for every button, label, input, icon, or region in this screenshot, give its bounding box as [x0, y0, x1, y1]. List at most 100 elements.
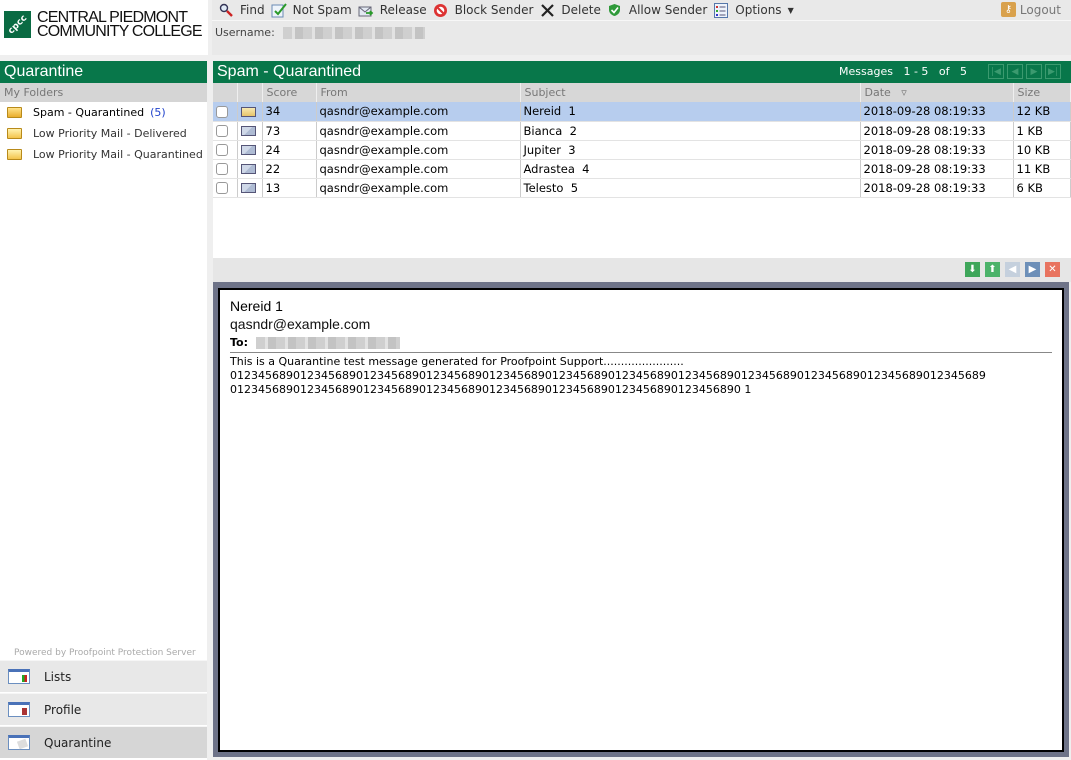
- table-row[interactable]: 34 qasndr@example.com Nereid 1 2018-09-28 0…: [213, 102, 1071, 122]
- table-row[interactable]: 73 qasndr@example.com Bianca 2 2018-09-28 0…: [213, 121, 1071, 141]
- not-spam-label: Not Spam: [292, 3, 352, 17]
- row-icon-cell: [237, 140, 263, 160]
- preview-body: This is a Quarantine test message genera…: [230, 355, 1052, 397]
- move-down-icon[interactable]: ⬇: [965, 262, 980, 277]
- row-select[interactable]: [213, 121, 238, 141]
- allow-sender-label: Allow Sender: [628, 3, 708, 17]
- col-score[interactable]: Score: [262, 83, 317, 102]
- table-row[interactable]: 22 qasndr@example.com Adrastea 4 2018-09-28…: [213, 159, 1071, 179]
- sort-desc-icon: ▿: [901, 86, 907, 99]
- to-value-redacted: [256, 336, 400, 349]
- cell-from: qasndr@example.com: [316, 178, 521, 198]
- college-logo: cpcc CENTRAL PIEDMONT COMMUNITY COLLEGE: [0, 0, 208, 55]
- prev-page-icon[interactable]: ◀: [1007, 64, 1023, 79]
- cell-from: qasndr@example.com: [316, 140, 521, 160]
- app-window: cpcc CENTRAL PIEDMONT COMMUNITY COLLEGE …: [0, 0, 1071, 760]
- folder-low-priority-delivered[interactable]: Low Priority Mail - Delivered: [0, 123, 207, 144]
- row-checkbox[interactable]: [216, 105, 228, 118]
- messages-of: of: [938, 65, 950, 78]
- row-checkbox[interactable]: [216, 144, 228, 156]
- options-label: Options: [735, 3, 782, 17]
- col-size[interactable]: Size: [1013, 83, 1071, 102]
- envelope-icon: [240, 183, 256, 193]
- col-date[interactable]: Date ▿: [860, 83, 1014, 102]
- last-page-icon[interactable]: ▶|: [1045, 64, 1061, 79]
- notepad-check-icon: [271, 2, 287, 18]
- folder-count: (5): [150, 106, 166, 119]
- col-icon: [237, 83, 263, 102]
- cell-subject: Jupiter 3: [520, 140, 861, 160]
- cell-date: 2018-09-28 08:19:33: [860, 121, 1014, 141]
- move-up-icon[interactable]: ⬆: [985, 262, 1000, 277]
- folder-open-icon: [7, 107, 22, 118]
- envelope-open-icon: [240, 106, 256, 117]
- row-select[interactable]: [213, 102, 238, 122]
- delete-label: Delete: [561, 3, 601, 17]
- first-page-icon[interactable]: |◀: [988, 64, 1004, 79]
- list-title: Spam - Quarantined: [217, 63, 362, 80]
- nav-quarantine[interactable]: Quarantine: [0, 726, 207, 758]
- messages-total: 5: [960, 65, 968, 78]
- nav-label: Profile: [44, 702, 82, 717]
- sidebar-title: Quarantine: [0, 61, 207, 83]
- preview-frame: Nereid 1 qasndr@example.com To: This is …: [213, 282, 1069, 757]
- options-menu-button[interactable]: Options ▼: [707, 0, 794, 21]
- pager: |◀ ◀ ▶ ▶|: [988, 64, 1064, 79]
- row-checkbox[interactable]: [216, 163, 228, 175]
- body-line: 0123456890123456890123456890123456890123…: [230, 369, 986, 382]
- body-line: This is a Quarantine test message genera…: [230, 355, 684, 368]
- table-row[interactable]: 13 qasndr@example.com Telesto 5 2018-09-28 …: [213, 178, 1071, 198]
- not-spam-button[interactable]: Not Spam: [265, 0, 352, 21]
- folder-label: Low Priority Mail - Quarantined: [33, 148, 203, 161]
- username-row: Username:: [215, 26, 425, 39]
- table-row[interactable]: 24 qasndr@example.com Jupiter 3 2018-09-28 …: [213, 140, 1071, 160]
- row-checkbox[interactable]: [216, 182, 228, 194]
- username-label: Username:: [215, 26, 275, 39]
- folder-spam-quarantined[interactable]: Spam - Quarantined (5): [0, 102, 207, 123]
- folder-low-priority-quarantined[interactable]: Low Priority Mail - Quarantined: [0, 144, 207, 165]
- row-icon-cell: [237, 178, 263, 198]
- cell-date: 2018-09-28 08:19:33: [860, 102, 1014, 122]
- cell-score: 22: [262, 159, 317, 179]
- delete-button[interactable]: Delete: [533, 0, 601, 21]
- row-icon-cell: [237, 159, 263, 179]
- message-table: Score From Subject Date ▿ Size 34 qasndr@…: [213, 83, 1071, 198]
- allow-sender-button[interactable]: Allow Sender: [601, 0, 707, 21]
- envelope-icon: [240, 164, 256, 174]
- folder-icon: [7, 149, 22, 160]
- row-select[interactable]: [213, 178, 238, 198]
- sidebar: Quarantine My Folders Spam - Quarantined…: [0, 61, 207, 760]
- col-from[interactable]: From: [316, 83, 521, 102]
- cpcc-logo-icon: cpcc: [4, 11, 31, 38]
- cell-size: 1 KB: [1013, 121, 1071, 141]
- next-page-icon[interactable]: ▶: [1026, 64, 1042, 79]
- body-line: 0123456890123456890123456890123456890123…: [230, 383, 752, 396]
- find-button[interactable]: Find: [212, 0, 265, 21]
- close-preview-icon[interactable]: ✕: [1045, 262, 1060, 277]
- cell-size: 11 KB: [1013, 159, 1071, 179]
- logout-label: Logout: [1019, 2, 1061, 17]
- to-label: To:: [230, 336, 248, 349]
- cell-subject: Nereid 1: [520, 102, 861, 122]
- previous-message-icon[interactable]: ◀: [1005, 262, 1020, 277]
- block-sender-button[interactable]: Block Sender: [427, 0, 533, 21]
- preview-toolbar: ⬇ ⬆ ◀ ▶ ✕: [213, 258, 1071, 282]
- cell-size: 10 KB: [1013, 140, 1071, 160]
- logout-button[interactable]: ⚷ Logout: [1000, 2, 1061, 17]
- row-checkbox[interactable]: [216, 125, 228, 137]
- x-icon: [539, 2, 555, 18]
- next-message-icon[interactable]: ▶: [1025, 262, 1040, 277]
- cell-size: 6 KB: [1013, 178, 1071, 198]
- nav-lists[interactable]: Lists: [0, 660, 207, 692]
- lists-icon: [8, 669, 30, 684]
- nav-profile[interactable]: Profile: [0, 693, 207, 725]
- release-button[interactable]: Release: [352, 0, 427, 21]
- toolbar: Find Not Spam Release Block Sender Delet…: [212, 0, 1071, 21]
- cell-date: 2018-09-28 08:19:33: [860, 140, 1014, 160]
- block-icon: [433, 2, 449, 18]
- folder-label: Spam - Quarantined: [33, 106, 145, 119]
- col-subject[interactable]: Subject: [520, 83, 861, 102]
- row-select[interactable]: [213, 159, 238, 179]
- my-folders-heading: My Folders: [0, 83, 207, 102]
- row-select[interactable]: [213, 140, 238, 160]
